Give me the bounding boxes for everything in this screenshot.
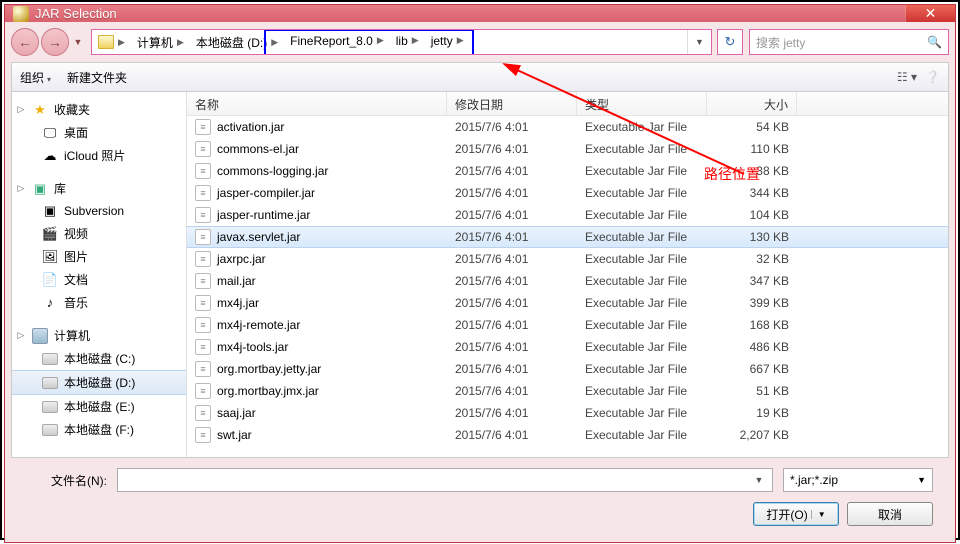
newfolder-button[interactable]: 新建文件夹 [67,69,127,86]
jar-icon: ≡ [195,251,211,267]
jar-icon: ≡ [195,163,211,179]
jar-icon: ≡ [195,361,211,377]
computer-icon [32,328,48,344]
sidebar-computer[interactable]: ▷计算机 [12,324,186,347]
jar-icon: ≡ [195,185,211,201]
search-icon: 🔍 [927,35,942,49]
app-icon [13,6,29,22]
organize-button[interactable]: 组织 [20,69,51,86]
jar-icon: ≡ [195,317,211,333]
drive-icon [42,401,58,413]
filename-label: 文件名(N): [27,472,107,489]
breadcrumb[interactable]: ▶ 计算机▶本地磁盘 (D:)▶FineReport_8.0▶lib▶jetty… [91,29,712,55]
table-row[interactable]: ≡mx4j-tools.jar2015/7/6 4:01Executable J… [187,336,948,358]
table-row[interactable]: ≡javax.servlet.jar2015/7/6 4:01Executabl… [187,226,948,248]
file-list[interactable]: ≡activation.jar2015/7/6 4:01Executable J… [187,116,948,457]
library-icon: ▣ [32,181,48,197]
jar-icon: ≡ [195,405,211,421]
search-input[interactable]: 搜索 jetty 🔍 [749,29,949,55]
close-button[interactable]: ✕ [905,5,955,22]
sidebar-item[interactable]: ▣Subversion [12,200,186,222]
nav-forward-button[interactable]: → [41,28,69,56]
view-options-button[interactable]: ☷ ▾ [897,70,917,84]
jar-icon: ≡ [195,119,211,135]
drive-icon [42,353,58,365]
refresh-button[interactable]: ↻ [717,29,743,55]
table-row[interactable]: ≡commons-logging.jar2015/7/6 4:01Executa… [187,160,948,182]
jar-icon: ≡ [195,207,211,223]
table-row[interactable]: ≡saaj.jar2015/7/6 4:01Executable Jar Fil… [187,402,948,424]
jar-icon: ≡ [195,273,211,289]
toolbar: 组织 新建文件夹 ☷ ▾ ❔ [11,62,949,92]
jar-icon: ≡ [195,383,211,399]
sidebar-item-drive[interactable]: 本地磁盘 (E:) [12,395,186,418]
breadcrumb-segment[interactable]: lib▶ [390,34,425,48]
sidebar-item[interactable]: ♪音乐 [12,291,186,314]
sidebar-item-drive[interactable]: 本地磁盘 (F:) [12,418,186,441]
col-name[interactable]: 名称 [187,92,447,115]
jar-icon: ≡ [195,427,211,443]
cancel-button[interactable]: 取消 [847,502,933,526]
nav-back-button[interactable]: ← [11,28,39,56]
col-date[interactable]: 修改日期 [447,92,577,115]
jar-icon: ≡ [195,141,211,157]
filter-select[interactable]: *.jar;*.zip▼ [783,468,933,492]
sidebar-item-drive[interactable]: 本地磁盘 (C:) [12,347,186,370]
sidebar-favorites[interactable]: ▷★收藏夹 [12,98,186,121]
sidebar: ▷★收藏夹 🖵桌面☁iCloud 照片 ▷▣库 ▣Subversion🎬视频🖼图… [12,92,187,457]
table-row[interactable]: ≡activation.jar2015/7/6 4:01Executable J… [187,116,948,138]
table-row[interactable]: ≡jasper-compiler.jar2015/7/6 4:01Executa… [187,182,948,204]
sidebar-item[interactable]: ☁iCloud 照片 [12,144,186,167]
breadcrumb-dropdown[interactable]: ▼ [687,30,711,54]
drive-icon [42,424,58,436]
table-row[interactable]: ≡commons-el.jar2015/7/6 4:01Executable J… [187,138,948,160]
table-row[interactable]: ≡mail.jar2015/7/6 4:01Executable Jar Fil… [187,270,948,292]
star-icon: ★ [32,102,48,118]
window-title: JAR Selection [35,6,905,21]
column-headers[interactable]: 名称 修改日期 类型 大小 [187,92,948,116]
sidebar-item[interactable]: 🎬视频 [12,222,186,245]
breadcrumb-segment[interactable]: 本地磁盘 (D:)▶ [190,34,284,51]
jar-icon: ≡ [195,229,211,245]
sidebar-item-drive[interactable]: 本地磁盘 (D:) [12,370,186,395]
open-button[interactable]: 打开(O)▼ [753,502,839,526]
folder-icon [98,35,114,49]
breadcrumb-segment[interactable]: jetty▶ [425,34,470,48]
drive-icon [42,377,58,389]
table-row[interactable]: ≡jasper-runtime.jar2015/7/6 4:01Executab… [187,204,948,226]
sidebar-libraries[interactable]: ▷▣库 [12,177,186,200]
nav-history-button[interactable]: ▼ [71,30,85,54]
jar-icon: ≡ [195,295,211,311]
titlebar[interactable]: JAR Selection ✕ [4,4,956,22]
help-button[interactable]: ❔ [925,70,940,84]
breadcrumb-segment[interactable]: FineReport_8.0▶ [284,34,390,48]
table-row[interactable]: ≡mx4j.jar2015/7/6 4:01Executable Jar Fil… [187,292,948,314]
filename-input[interactable]: ▼ [117,468,773,492]
col-size[interactable]: 大小 [707,92,797,115]
sidebar-item[interactable]: 🖵桌面 [12,121,186,144]
table-row[interactable]: ≡swt.jar2015/7/6 4:01Executable Jar File… [187,424,948,446]
breadcrumb-segment[interactable]: 计算机▶ [131,34,190,51]
search-placeholder: 搜索 jetty [756,34,805,51]
sidebar-item[interactable]: 🖼图片 [12,245,186,268]
sidebar-item[interactable]: 📄文档 [12,268,186,291]
table-row[interactable]: ≡org.mortbay.jmx.jar2015/7/6 4:01Executa… [187,380,948,402]
table-row[interactable]: ≡org.mortbay.jetty.jar2015/7/6 4:01Execu… [187,358,948,380]
col-type[interactable]: 类型 [577,92,707,115]
table-row[interactable]: ≡jaxrpc.jar2015/7/6 4:01Executable Jar F… [187,248,948,270]
jar-icon: ≡ [195,339,211,355]
table-row[interactable]: ≡mx4j-remote.jar2015/7/6 4:01Executable … [187,314,948,336]
